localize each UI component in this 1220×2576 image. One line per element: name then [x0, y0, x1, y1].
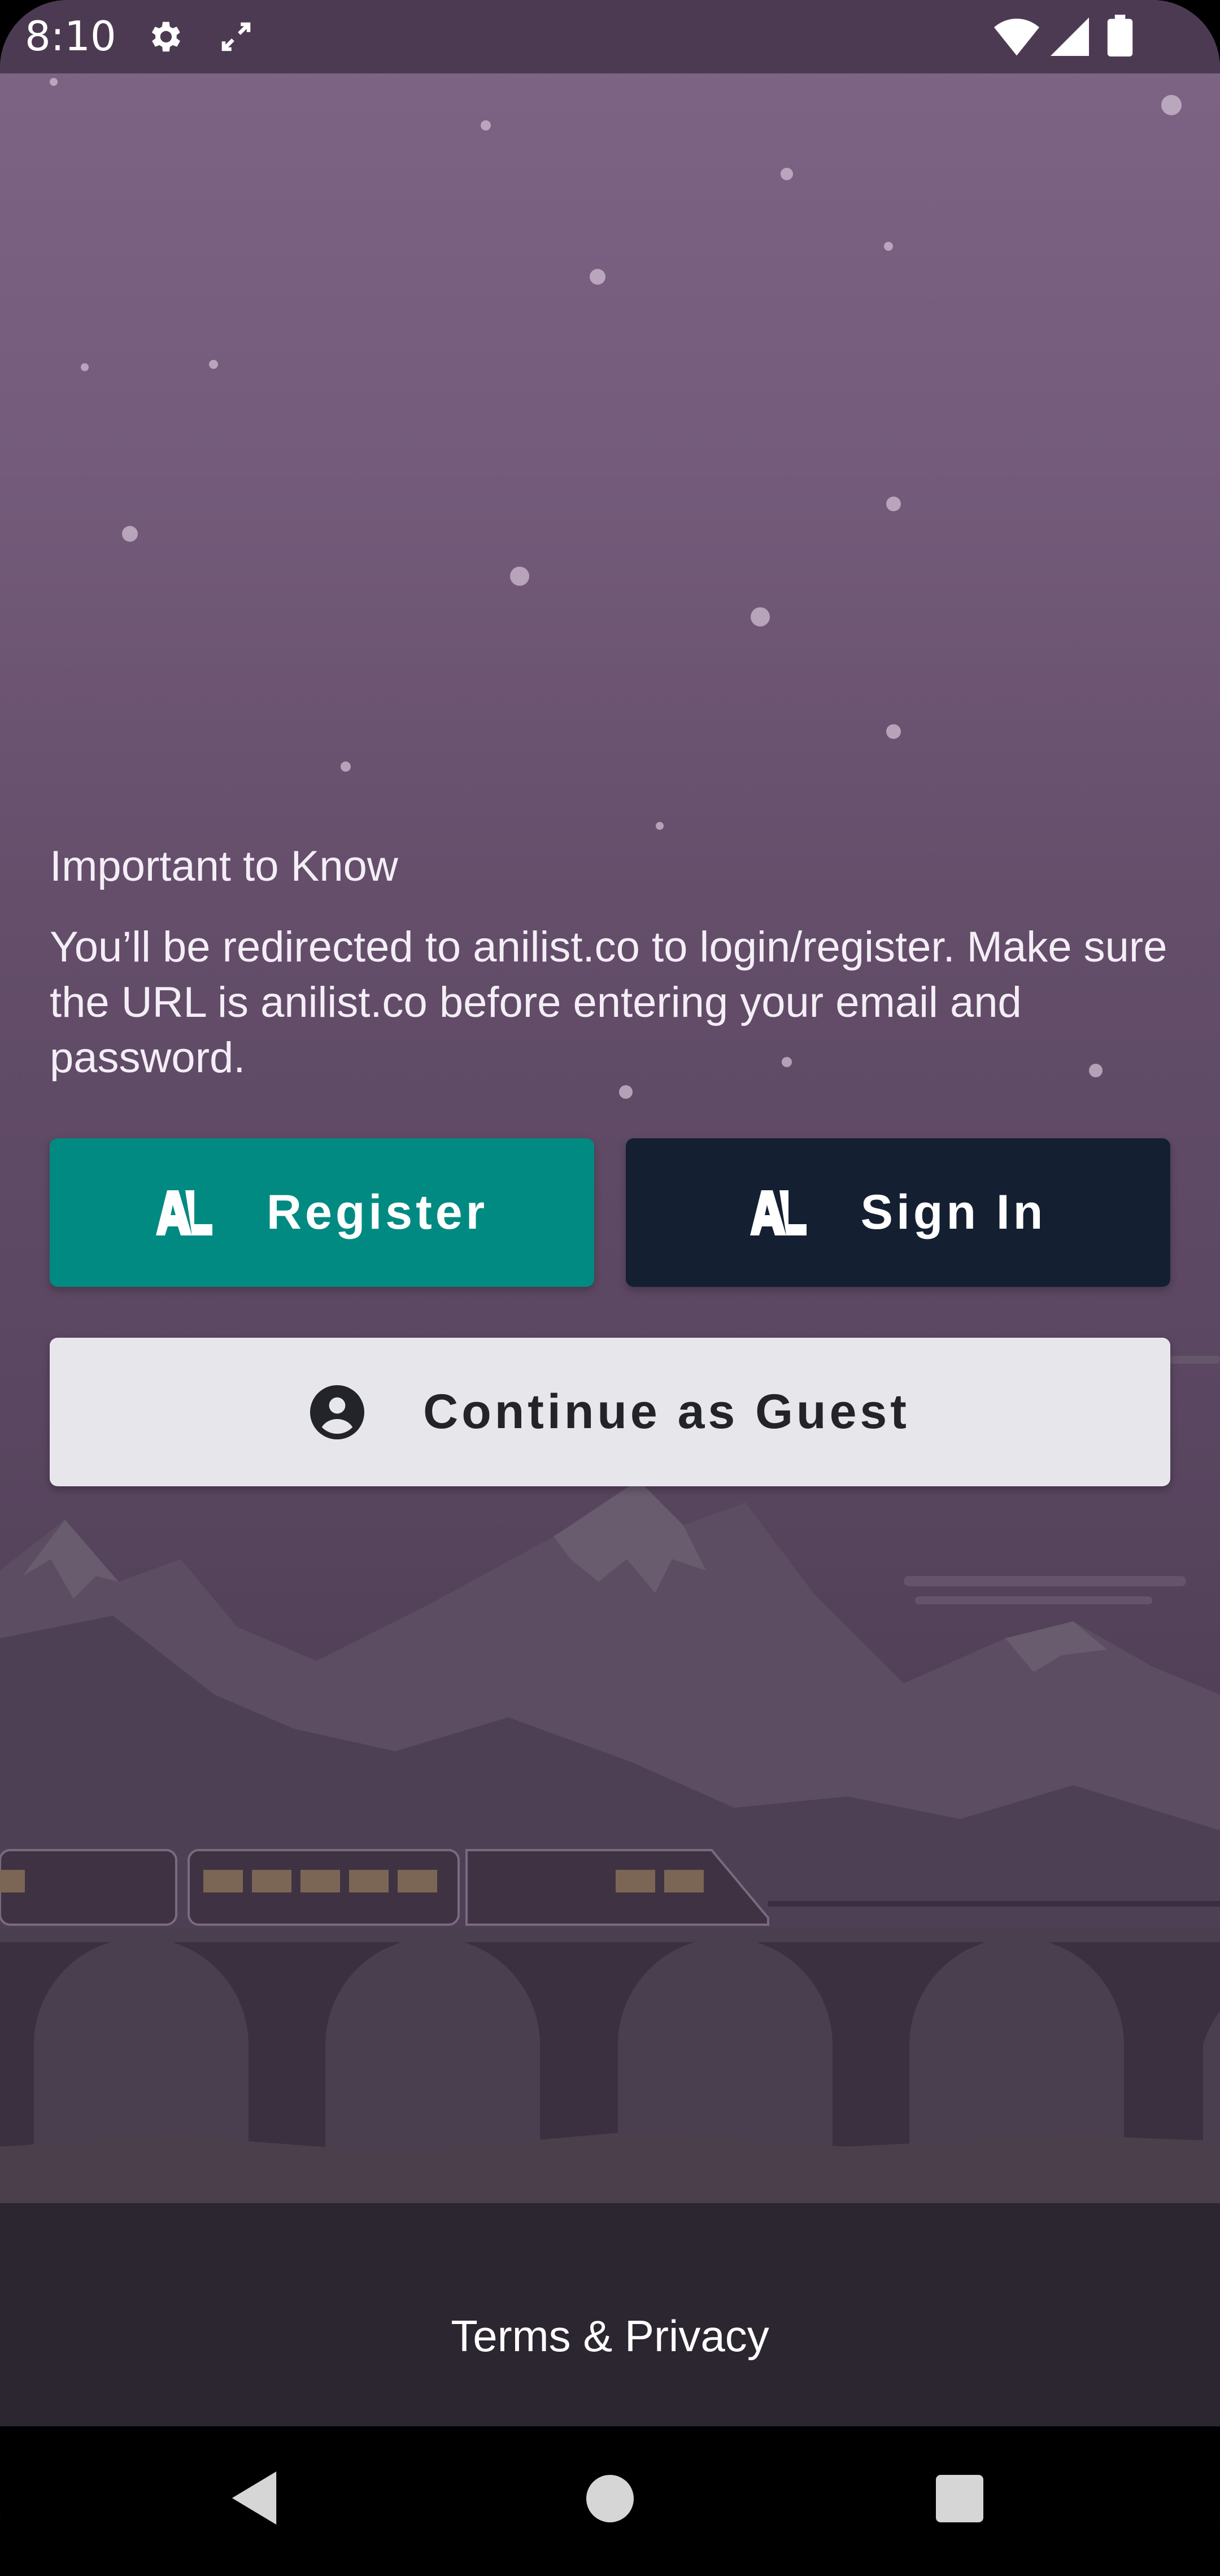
notice-body: You’ll be redirected to anilist.co to lo…: [50, 923, 1167, 1082]
account-circle-icon: [310, 1385, 365, 1439]
terms-privacy-link[interactable]: Terms & Privacy: [0, 2310, 1220, 2362]
expand-icon: [221, 22, 251, 51]
login-screen: 8:10 Important to Know You’ll be redirec…: [0, 0, 1220, 2576]
background-scene: [0, 78, 1220, 2426]
status-bar: 8:10: [0, 0, 1220, 73]
signal-icon: [1051, 18, 1089, 56]
notice-title: Important to Know: [50, 842, 398, 890]
continue-as-guest-button[interactable]: Continue as Guest: [50, 1338, 1170, 1486]
sign-in-button[interactable]: Sign In: [626, 1138, 1170, 1287]
recents-icon[interactable]: [936, 2475, 983, 2522]
home-icon[interactable]: [586, 2475, 634, 2522]
register-label: Register: [266, 1185, 489, 1239]
continue-as-guest-label: Continue as Guest: [423, 1385, 910, 1439]
back-icon[interactable]: [232, 2471, 277, 2525]
anilist-logo-icon: [155, 1190, 212, 1235]
battery-icon: [1107, 15, 1133, 56]
status-time: 8:10: [25, 12, 116, 60]
anilist-logo-icon: [750, 1190, 807, 1235]
sign-in-label: Sign In: [860, 1185, 1047, 1239]
gear-icon: [151, 21, 180, 52]
register-button[interactable]: Register: [50, 1138, 594, 1287]
navigation-bar: [0, 2426, 1220, 2576]
wifi-icon: [994, 19, 1039, 56]
